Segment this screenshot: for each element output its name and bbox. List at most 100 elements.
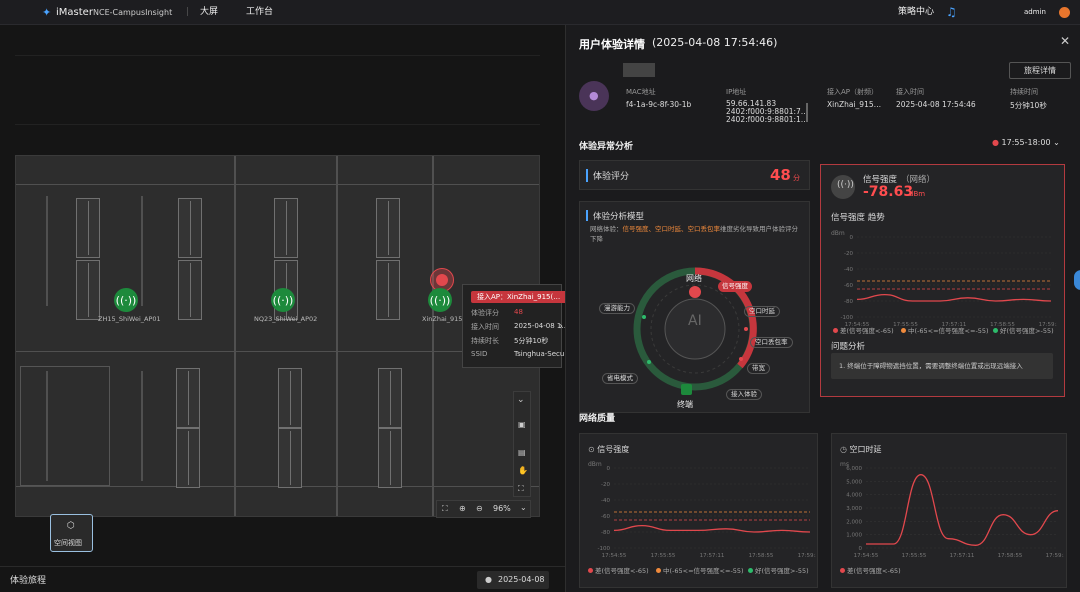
terminal-node[interactable]: 终端 [677, 399, 693, 410]
signal-detail-card: ((·)) 信号强度 （网络） -78.63 dBm 信号强度 趋势 dBm 0-… [820, 164, 1065, 397]
series-line [613, 524, 811, 533]
power-node[interactable]: 省电模式 [602, 373, 638, 384]
latency-chart-card: ◷ 空口时延 ms 0 1,000 2,000 3,000 4,000 5,000 6,000… [831, 433, 1067, 588]
roaming-node[interactable]: 漫游能力 [599, 303, 635, 314]
y-tick-label: 2,000 [846, 519, 862, 525]
map-toolbar: ⌄ ▣ ▤ ✋ ⛶ [513, 391, 531, 497]
x-tick-label: 17:55:55 [902, 553, 927, 559]
ap-tooltip: 接入AP：XinZhai_915(… 体验评分 48 接入时间 2025-04-08… [462, 284, 572, 368]
zoom-out-icon[interactable]: ⊖ [476, 504, 483, 513]
y-tick-label: -40 [601, 498, 610, 504]
wifi-icon: ((·)) [115, 293, 137, 307]
side-handle[interactable] [1074, 270, 1080, 290]
signal-chart: dBm 0 -20 -40 -60 -80 -10017:54:55 17:55:55 17:5… [588, 461, 816, 559]
legend-item: 差(信号强度<-65) [588, 565, 649, 575]
signal-node[interactable]: 信号强度 [718, 281, 752, 292]
zoom-level: 96% [493, 504, 511, 513]
y-tick-label: -60 [844, 283, 853, 289]
anomaly-section-title: 体验异常分析 [579, 142, 634, 152]
tooltip-title: 接入AP：XinZhai_915(… [471, 291, 567, 303]
legend-item: 中(-65<=信号强度<=-55) [656, 565, 744, 575]
y-tick-label: 5,000 [846, 479, 862, 485]
fit-icon[interactable]: ⛶ [442, 504, 448, 514]
trend-title: 信号强度 趋势 [831, 213, 885, 223]
product-name: NCE-CampusInsight [93, 8, 173, 17]
legend-item: 差(信号强度<-65) [840, 565, 901, 575]
user-name[interactable]: admin [1024, 0, 1046, 25]
ap-label-2: NQ23_ShiWei_AP02 [254, 315, 318, 323]
scrollbar[interactable] [806, 103, 808, 121]
terminal-icon [681, 384, 692, 395]
y-tick-label: -100 [841, 315, 854, 321]
tooltip-row: 体验评分 48 [471, 308, 523, 317]
tooltip-row: 接入时间 2025-04-08 1… [471, 322, 569, 331]
user-icon: ● [589, 89, 599, 102]
y-tick-label: 0 [859, 546, 863, 552]
date-picker[interactable]: ● 2025-04-08 [477, 571, 549, 589]
chevron-right-icon[interactable]: › [559, 321, 563, 332]
panel-title: 用户体验详情 [579, 38, 645, 51]
legend-item: 好(信号强度>-55) [993, 325, 1054, 335]
zoom-in-icon[interactable]: ⊕ [459, 504, 466, 513]
bandwidth-node[interactable]: 带宽 [747, 363, 770, 374]
hand-icon[interactable]: ✋ [518, 466, 528, 475]
signal-chart-card: ⊙ 信号强度 dBm 0 -20 -40 -60 -80 -100 17:54:55 17:55… [579, 433, 818, 588]
time-range-select[interactable]: ● 17:55-18:00 ⌄ [992, 138, 1060, 147]
ap-label-1: ZH15_ShiWei_AP01 [98, 315, 161, 323]
avatar: ● [579, 81, 609, 111]
tooltip-row: SSID Tsinghua-Secu… [471, 350, 572, 358]
zoom-bar: ⛶ ⊕ ⊖ 96% ⌄ [436, 500, 531, 518]
chevron-down-icon[interactable]: ⌄ [517, 395, 525, 405]
y-axis-label: dBm [588, 461, 602, 468]
x-tick-label: 17:58:55 [998, 553, 1023, 559]
latency-node[interactable]: 空口时延 [744, 306, 780, 317]
wifi-icon: ((·)) [272, 293, 294, 307]
y-tick-label: 1,000 [846, 533, 862, 539]
policy-center[interactable]: 策略中心 [898, 0, 934, 25]
cube-icon: ⬡ [67, 521, 75, 531]
layer-icon[interactable]: ▣ [518, 420, 526, 429]
duration-value: 5分钟10秒 [1010, 101, 1047, 110]
x-tick-label: 17:58:55 [749, 553, 774, 559]
ip-value: 59.66.141.83 2402:f000:9:8801:7… 2402:f0… [726, 100, 809, 124]
x-tick-label: 17:59:56 [1046, 553, 1064, 559]
chevron-down-icon[interactable]: ⌄ [520, 503, 527, 512]
journey-detail-button[interactable]: 旅程详情 [1009, 62, 1071, 79]
bell-icon[interactable]: ♫ [946, 0, 957, 25]
image-icon[interactable]: ▤ [518, 448, 526, 457]
signal-value: -78.63 [863, 184, 914, 200]
y-tick-label: -80 [844, 299, 853, 305]
latency-chart-title: ◷ 空口时延 [840, 445, 882, 454]
x-tick-label: 17:57:11 [700, 553, 725, 559]
y-tick-label: 3,000 [846, 506, 862, 512]
score-value: 48 [770, 166, 791, 184]
avatar[interactable] [1059, 7, 1070, 18]
access-node[interactable]: 接入体验 [726, 389, 762, 400]
legend-item: 好(信号强度>-55) [748, 565, 809, 575]
ap-marker-3[interactable]: ((·)) [428, 288, 452, 312]
y-tick-label: -20 [844, 251, 853, 257]
y-tick-label: -100 [598, 546, 611, 552]
logo-icon: ✦ [42, 6, 52, 19]
legend-item: 差(信号强度<-65) [833, 325, 894, 335]
x-tick-label: 17:54:55 [854, 553, 879, 559]
nav-workbench[interactable]: 工作台 [246, 0, 273, 25]
loss-node[interactable]: 空口丢包率 [750, 337, 793, 348]
close-icon[interactable]: ✕ [1060, 34, 1070, 48]
nav-dashboard[interactable]: 大屏 [200, 0, 218, 25]
issue-text: 1. 终端位于障碍物遮挡位置，需要调整终端位置或出现远端接入 [831, 353, 1053, 379]
signal-icon: ((·)) [831, 175, 855, 199]
trend-chart: dBm0-20-40-60-80-10017:54:55 17:55:55 17:5… [831, 230, 1057, 328]
signal-icon: ⊙ [588, 445, 598, 454]
series-line [856, 293, 1052, 302]
user-experience-panel: 用户体验详情 (2025-04-08 17:54:46) ✕ 旅程详情 ● MA… [565, 25, 1080, 592]
fullscreen-icon[interactable]: ⛶ [518, 484, 524, 494]
signal-chart-title: ⊙ 信号强度 [588, 445, 630, 454]
ap-marker-2[interactable]: ((·)) [271, 288, 295, 312]
network-node[interactable]: 网络 [686, 273, 702, 284]
space-view-button[interactable]: ⬡ 空间视图 [50, 514, 93, 552]
x-tick-label: 17:55:55 [651, 553, 676, 559]
x-tick-label: 17:54:55 [602, 553, 627, 559]
network-icon [689, 286, 701, 298]
ap-marker-1[interactable]: ((·)) [114, 288, 138, 312]
